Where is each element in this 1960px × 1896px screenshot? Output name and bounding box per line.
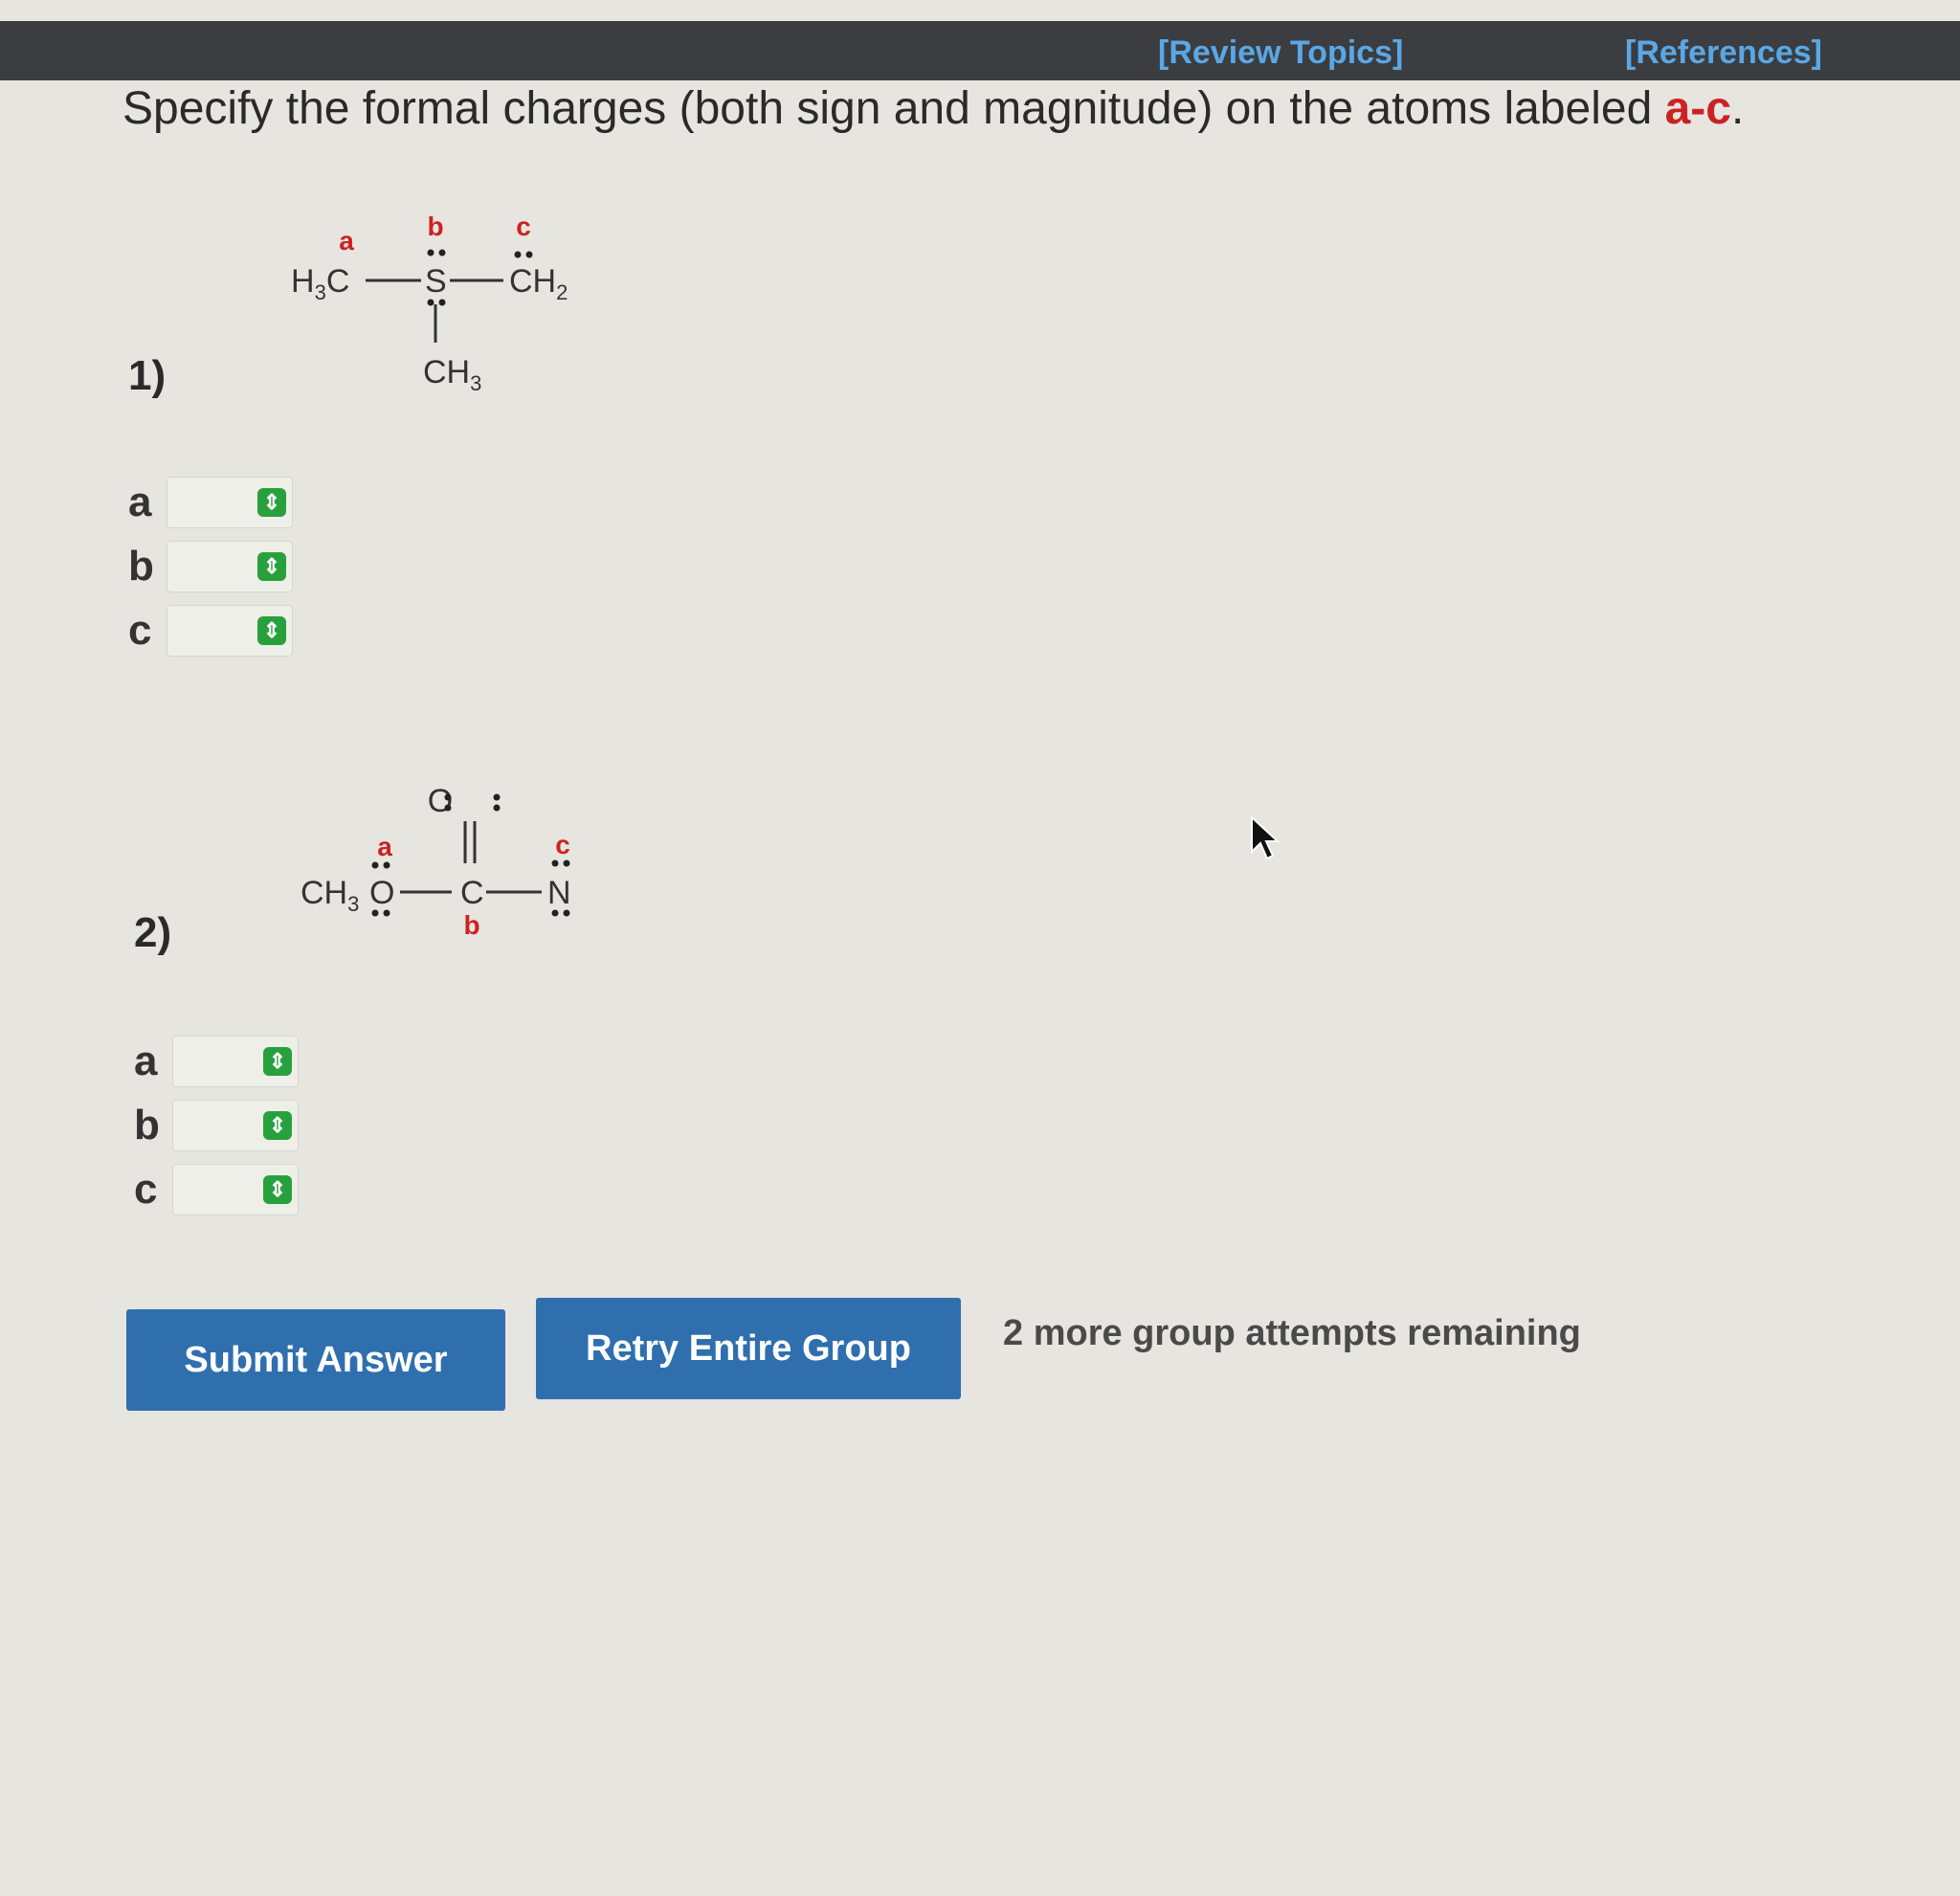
row-label: b bbox=[128, 543, 154, 590]
spinner-icon: ⇕ bbox=[257, 488, 286, 517]
review-topics-link[interactable]: [Review Topics] bbox=[1158, 34, 1403, 72]
retry-group-button[interactable]: Retry Entire Group bbox=[536, 1298, 961, 1399]
spinner-icon: ⇕ bbox=[263, 1175, 292, 1204]
row-label: b bbox=[134, 1102, 160, 1149]
mouse-cursor-icon bbox=[1251, 815, 1281, 860]
mol2-label-b: b bbox=[463, 910, 479, 940]
problem-2-number: 2) bbox=[134, 909, 172, 956]
spinner-icon: ⇕ bbox=[257, 552, 286, 581]
mol1-label-b: b bbox=[427, 212, 443, 241]
spinner-icon: ⇕ bbox=[263, 1047, 292, 1076]
mol2-oxygen-single: O bbox=[369, 875, 394, 911]
mol1-sulfur: S bbox=[425, 263, 447, 300]
charge-select-2a[interactable]: ⇕ bbox=[172, 1036, 299, 1087]
references-link[interactable]: [References] bbox=[1625, 34, 1822, 72]
mol2-carbon: C bbox=[460, 875, 484, 911]
mol1-ch2: CH2 bbox=[509, 263, 568, 304]
question-highlight: a-c bbox=[1664, 83, 1731, 134]
mol2-label-a: a bbox=[377, 832, 392, 861]
row-label: c bbox=[128, 607, 152, 654]
molecule-2-structure: O CH3 O C N a b c bbox=[301, 783, 571, 940]
question-text: Specify the formal charges (both sign an… bbox=[122, 82, 1744, 135]
mol1-label-a: a bbox=[339, 226, 354, 256]
mol1-label-c: c bbox=[516, 212, 531, 241]
mol1-ch3: CH3 bbox=[423, 354, 481, 392]
attempts-remaining-text: 2 more group attempts remaining bbox=[1003, 1313, 1581, 1353]
problem-1-number: 1) bbox=[128, 352, 167, 399]
row-label: c bbox=[134, 1166, 158, 1213]
molecule-1-structure: a b c H3C S CH2 CH3 bbox=[291, 212, 568, 392]
mol2-ch3: CH3 bbox=[301, 875, 359, 916]
submit-answer-button[interactable]: Submit Answer bbox=[126, 1309, 505, 1411]
charge-select-1c[interactable]: ⇕ bbox=[167, 605, 293, 657]
question-end: . bbox=[1730, 83, 1745, 134]
charge-select-1b[interactable]: ⇕ bbox=[167, 541, 293, 592]
mol1-h3c: H3C bbox=[291, 263, 349, 304]
row-label: a bbox=[134, 1037, 158, 1084]
charge-select-2c[interactable]: ⇕ bbox=[172, 1164, 299, 1216]
mol2-oxygen-double: O bbox=[428, 783, 453, 819]
spinner-icon: ⇕ bbox=[263, 1111, 292, 1140]
spinner-icon: ⇕ bbox=[257, 616, 286, 645]
mol2-nitrogen: N bbox=[547, 875, 571, 911]
charge-select-1a[interactable]: ⇕ bbox=[167, 477, 293, 528]
mol2-label-c: c bbox=[555, 830, 570, 859]
question-main: Specify the formal charges (both sign an… bbox=[122, 83, 1665, 134]
row-label: a bbox=[128, 479, 152, 525]
charge-select-2b[interactable]: ⇕ bbox=[172, 1100, 299, 1151]
